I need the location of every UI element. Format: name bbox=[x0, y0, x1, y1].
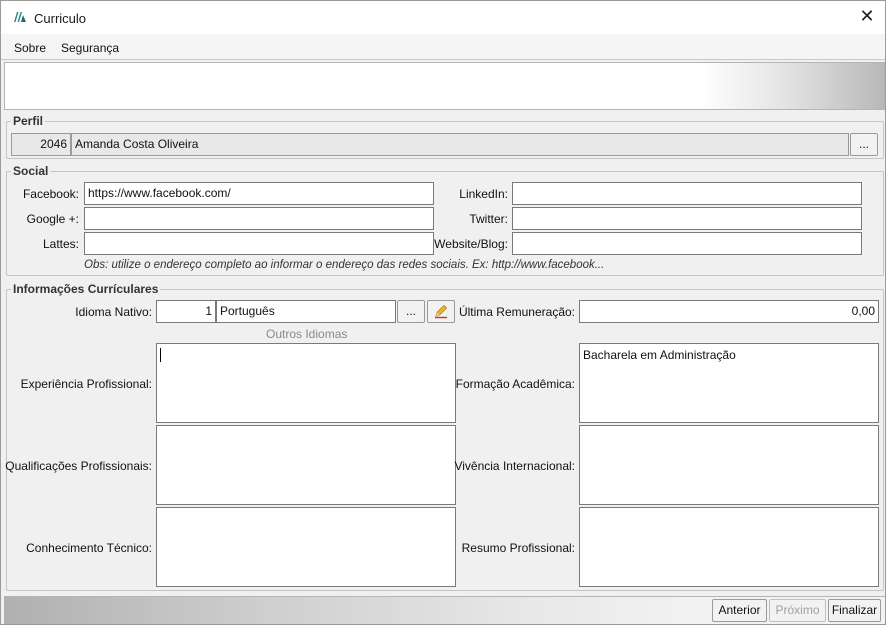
vivencia-label: Vivência Internacional: bbox=[454, 459, 575, 473]
footer-bar: Anterior Próximo Finalizar bbox=[4, 596, 885, 624]
perfil-legend: Perfil bbox=[11, 114, 46, 128]
app-logo-icon bbox=[14, 12, 26, 22]
vivencia-textarea[interactable] bbox=[579, 425, 879, 505]
header-banner bbox=[4, 62, 885, 110]
pencil-edit-icon[interactable] bbox=[427, 300, 455, 323]
qualificacoes-textarea[interactable] bbox=[156, 425, 456, 505]
linkedin-field[interactable] bbox=[512, 182, 862, 205]
twitter-label: Twitter: bbox=[469, 212, 508, 226]
social-note: Obs: utilize o endereço completo ao info… bbox=[84, 259, 605, 271]
idioma-lookup-button[interactable]: ... bbox=[397, 300, 425, 323]
resumo-label: Resumo Profissional: bbox=[461, 541, 575, 555]
formacao-textarea[interactable]: Bacharela em Administração bbox=[579, 343, 879, 423]
menu-seguranca[interactable]: Segurança bbox=[61, 41, 119, 55]
proximo-button[interactable]: Próximo bbox=[769, 599, 826, 622]
curriculo-window: Curriculo ✕ Sobre Segurança Perfil 2046 … bbox=[0, 0, 886, 625]
idioma-name-field[interactable]: Português bbox=[216, 300, 396, 323]
experiencia-textarea[interactable] bbox=[156, 343, 456, 423]
outros-idiomas-label: Outros Idiomas bbox=[266, 327, 348, 341]
idioma-label: Idioma Nativo: bbox=[75, 305, 152, 319]
menu-bar: Sobre Segurança bbox=[1, 34, 885, 60]
google-field[interactable] bbox=[84, 207, 434, 230]
text-caret bbox=[160, 348, 161, 362]
lattes-field[interactable] bbox=[84, 232, 434, 255]
perfil-code-field[interactable]: 2046 bbox=[11, 133, 71, 156]
resumo-textarea[interactable] bbox=[579, 507, 879, 587]
perfil-lookup-button[interactable]: ... bbox=[850, 133, 878, 156]
website-field[interactable] bbox=[512, 232, 862, 255]
facebook-field[interactable]: https://www.facebook.com/ bbox=[84, 182, 434, 205]
social-legend: Social bbox=[11, 164, 51, 178]
anterior-button[interactable]: Anterior bbox=[712, 599, 767, 622]
linkedin-label: LinkedIn: bbox=[459, 187, 508, 201]
window-title: Curriculo bbox=[34, 11, 87, 26]
menu-sobre[interactable]: Sobre bbox=[14, 41, 46, 55]
qualificacoes-label: Qualificações Profissionais: bbox=[5, 459, 152, 473]
perfil-name-field[interactable]: Amanda Costa Oliveira bbox=[71, 133, 849, 156]
info-legend: Informações Currículares bbox=[11, 282, 161, 296]
experiencia-label: Experiência Profissional: bbox=[20, 377, 152, 391]
remuneracao-label: Última Remuneração: bbox=[458, 305, 575, 319]
google-label: Google +: bbox=[26, 212, 79, 226]
close-icon[interactable]: ✕ bbox=[855, 5, 879, 29]
facebook-label: Facebook: bbox=[22, 187, 79, 201]
conhecimento-textarea[interactable] bbox=[156, 507, 456, 587]
formacao-label: Formação Acadêmica: bbox=[455, 377, 575, 391]
title-bar: Curriculo ✕ bbox=[1, 1, 885, 34]
lattes-label: Lattes: bbox=[42, 237, 79, 251]
finalizar-button[interactable]: Finalizar bbox=[828, 599, 881, 622]
idioma-code-field[interactable]: 1 bbox=[156, 300, 216, 323]
website-label: Website/Blog: bbox=[434, 237, 508, 251]
conhecimento-label: Conhecimento Técnico: bbox=[26, 541, 152, 555]
twitter-field[interactable] bbox=[512, 207, 862, 230]
remuneracao-field[interactable]: 0,00 bbox=[579, 300, 879, 323]
